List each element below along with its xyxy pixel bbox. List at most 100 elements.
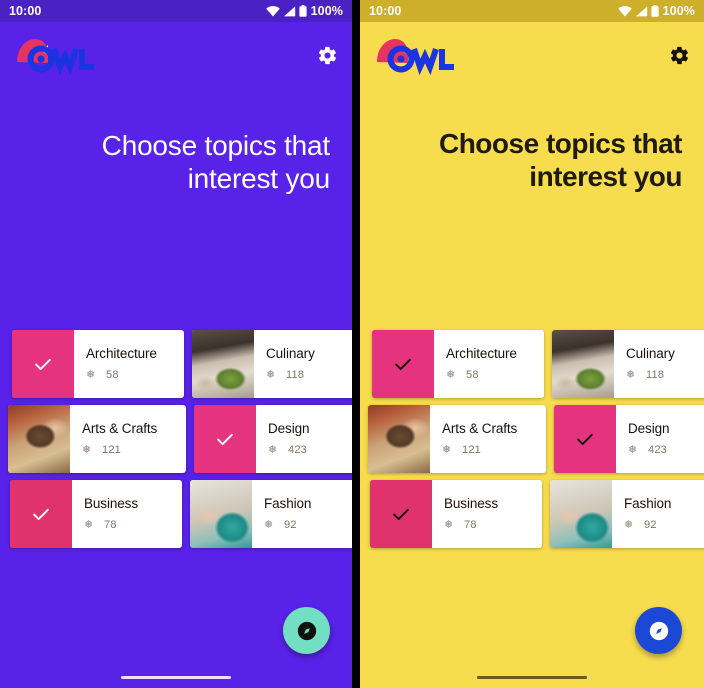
topic-card-body: Arts & Crafts ❅ 121 [430, 405, 546, 473]
topic-thumbnail [192, 330, 254, 398]
status-bar: 10:00 100% [360, 0, 704, 22]
topic-card-body: Culinary ❅ 118 [614, 330, 704, 398]
course-count-icon: ❅ [84, 519, 94, 532]
topic-meta: ❅ 118 [266, 368, 352, 382]
selected-overlay [370, 480, 432, 548]
topic-card-body: Arts & Crafts ❅ 121 [70, 405, 186, 473]
topic-thumbnail [370, 480, 432, 548]
topic-thumbnail [8, 405, 70, 473]
topic-card-architecture[interactable]: Architecture ❅ 58 [372, 330, 544, 398]
explore-fab-button[interactable] [283, 607, 330, 654]
topic-card-body: Design ❅ 423 [616, 405, 704, 473]
topic-title: Architecture [446, 345, 517, 361]
topic-card-business[interactable]: Business ❅ 78 [370, 480, 542, 548]
topic-card-arts-crafts[interactable]: Arts & Crafts ❅ 121 [368, 405, 546, 473]
topic-count: 78 [464, 518, 477, 531]
topic-thumbnail [190, 480, 252, 548]
selected-overlay [554, 405, 616, 473]
topic-thumbnail [12, 330, 74, 398]
topic-title: Fashion [624, 495, 672, 511]
topic-card-fashion[interactable]: Fashion ❅ 92 [190, 480, 352, 548]
course-count-icon: ❅ [626, 369, 636, 382]
check-icon [217, 433, 233, 446]
battery-icon [299, 5, 307, 17]
page-title: Choose topics that interest you [438, 128, 683, 192]
topic-row: Arts & Crafts ❅ 121 Design ❅ 423 [0, 405, 352, 473]
topic-title: Business [444, 495, 498, 511]
owl-logo-icon [17, 39, 94, 75]
page-title: Choose topics that interest you [101, 130, 331, 194]
course-count-icon: ❅ [264, 519, 274, 532]
topic-card-business[interactable]: Business ❅ 78 [10, 480, 182, 548]
topic-meta: ❅ 423 [628, 443, 704, 457]
owl-logo-icon [377, 39, 454, 75]
selected-overlay [10, 480, 72, 548]
course-count-icon: ❅ [82, 444, 92, 457]
topic-card-body: Design ❅ 423 [256, 405, 352, 473]
topic-thumbnail [368, 405, 430, 473]
course-count-icon: ❅ [624, 519, 634, 532]
topic-card-design[interactable]: Design ❅ 423 [194, 405, 352, 473]
gesture-nav-bar[interactable] [477, 676, 587, 679]
gesture-nav-bar[interactable] [121, 676, 231, 679]
topic-card-architecture[interactable]: Architecture ❅ 58 [12, 330, 184, 398]
topic-grid: Architecture ❅ 58 Culinary ❅ 118 Arts & … [360, 330, 704, 548]
topic-card-body: Fashion ❅ 92 [612, 480, 704, 548]
course-count-icon: ❅ [266, 369, 276, 382]
culinary-photo [192, 330, 254, 398]
course-count-icon: ❅ [444, 519, 454, 532]
course-count-icon: ❅ [268, 444, 278, 457]
topic-thumbnail [372, 330, 434, 398]
signal-icon [635, 5, 647, 16]
status-bar-clock: 10:00 [9, 4, 42, 18]
gear-icon[interactable] [317, 45, 338, 66]
topic-meta: ❅ 423 [268, 443, 352, 457]
battery-percentage: 100% [310, 4, 343, 18]
topic-row: Architecture ❅ 58 Culinary ❅ 118 [360, 330, 704, 398]
course-count-icon: ❅ [628, 444, 638, 457]
owl-logo[interactable]: OWL [12, 35, 108, 75]
topic-thumbnail [554, 405, 616, 473]
fashion-photo [550, 480, 612, 548]
status-bar: 10:00 100% [0, 0, 352, 22]
topic-card-culinary[interactable]: Culinary ❅ 118 [192, 330, 352, 398]
topic-card-fashion[interactable]: Fashion ❅ 92 [550, 480, 704, 548]
topic-count: 58 [106, 368, 119, 381]
topic-count: 58 [466, 368, 479, 381]
explore-fab-button[interactable] [635, 607, 682, 654]
gear-icon[interactable] [669, 45, 690, 66]
topic-card-body: Fashion ❅ 92 [252, 480, 352, 548]
topic-count: 118 [286, 368, 305, 381]
topic-meta: ❅ 58 [86, 368, 184, 382]
topic-row: Arts & Crafts ❅ 121 Design ❅ 423 [360, 405, 704, 473]
check-icon [395, 358, 411, 371]
culinary-photo [552, 330, 614, 398]
topic-card-design[interactable]: Design ❅ 423 [554, 405, 704, 473]
topic-thumbnail [10, 480, 72, 548]
check-icon [393, 508, 409, 521]
topic-thumbnail [550, 480, 612, 548]
topic-title: Arts & Crafts [442, 420, 518, 436]
topic-meta: ❅ 118 [626, 368, 704, 382]
topic-title: Design [268, 420, 310, 436]
phone-screen-yellow-theme: 10:00 100% OWL [360, 0, 704, 688]
topic-meta: ❅ 92 [624, 518, 704, 532]
selected-overlay [12, 330, 74, 398]
status-bar-clock: 10:00 [369, 4, 402, 18]
topic-meta: ❅ 121 [82, 443, 186, 457]
topic-thumbnail [552, 330, 614, 398]
owl-logo[interactable]: OWL [372, 35, 468, 75]
status-bar-icons: 100% [617, 4, 695, 18]
topic-meta: ❅ 92 [264, 518, 352, 532]
compass-icon [649, 621, 668, 640]
arts-crafts-photo [368, 405, 430, 473]
topic-title: Culinary [266, 345, 315, 361]
topic-card-culinary[interactable]: Culinary ❅ 118 [552, 330, 704, 398]
topic-count: 121 [102, 443, 121, 456]
dual-phone-comparison: 10:00 100% OWL [0, 0, 704, 688]
topic-card-arts-crafts[interactable]: Arts & Crafts ❅ 121 [8, 405, 186, 473]
topic-card-body: Business ❅ 78 [72, 480, 182, 548]
topic-count: 121 [462, 443, 481, 456]
wifi-icon [617, 5, 632, 16]
check-icon [577, 433, 593, 446]
